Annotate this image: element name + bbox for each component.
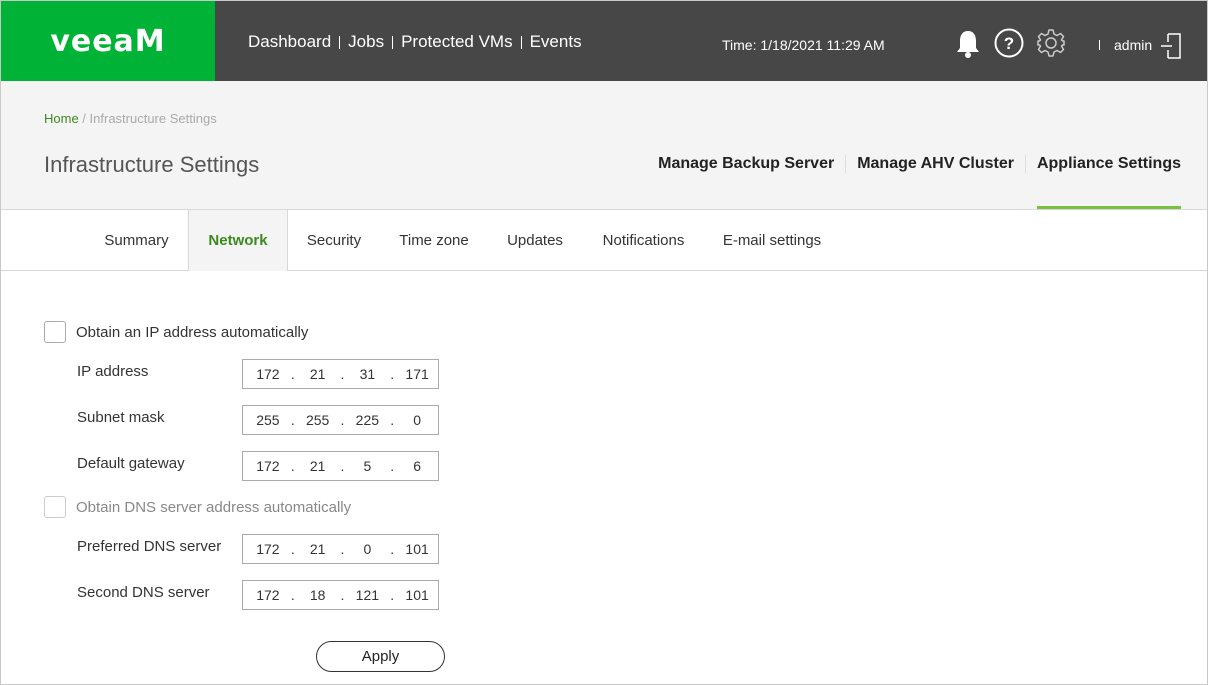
- subtab-network[interactable]: Network: [188, 210, 288, 271]
- ip-address-label: IP address: [77, 363, 149, 380]
- top-bar: veeaM Dashboard Jobs Protected VMs Event…: [1, 1, 1207, 81]
- obtain-dns-auto-label: Obtain DNS server address automatically: [76, 498, 352, 516]
- preferred-dns-label: Preferred DNS server: [77, 538, 222, 555]
- username[interactable]: admin: [1114, 37, 1152, 53]
- nav-protected-vms[interactable]: Protected VMs: [401, 32, 513, 52]
- tab-separator: [1024, 155, 1026, 173]
- subtab-security[interactable]: Security: [288, 210, 380, 271]
- octet[interactable]: 6: [396, 458, 438, 474]
- obtain-ip-auto-checkbox[interactable]: [44, 321, 66, 343]
- octet[interactable]: 5: [346, 458, 388, 474]
- nav-separator: [392, 35, 394, 49]
- breadcrumb: Home / Infrastructure Settings: [44, 111, 217, 126]
- octet[interactable]: 21: [297, 541, 339, 557]
- tab-manage-ahv-cluster[interactable]: Manage AHV Cluster: [857, 155, 1014, 173]
- octet[interactable]: 101: [396, 587, 438, 603]
- user-separator: [1099, 40, 1100, 50]
- subtab-email-settings[interactable]: E-mail settings: [705, 210, 839, 271]
- ip-address-field[interactable]: 172. 21. 31. 171: [242, 359, 439, 389]
- subnet-mask-label: Subnet mask: [77, 409, 165, 426]
- breadcrumb-home[interactable]: Home: [44, 111, 79, 126]
- logo-text: veeaM: [50, 23, 166, 59]
- breadcrumb-separator: /: [78, 111, 90, 126]
- octet[interactable]: 172: [247, 587, 289, 603]
- user-area: admin: [1099, 32, 1182, 59]
- svg-text:?: ?: [1004, 34, 1014, 53]
- tab-separator: [845, 155, 847, 173]
- apply-button[interactable]: Apply: [316, 641, 445, 672]
- page-header: Home / Infrastructure Settings Infrastru…: [1, 81, 1207, 210]
- default-gateway-label: Default gateway: [77, 455, 185, 472]
- server-time: Time: 1/18/2021 11:29 AM: [722, 37, 885, 53]
- nav-separator: [520, 35, 522, 49]
- obtain-dns-auto-checkbox[interactable]: [44, 496, 66, 518]
- default-gateway-field[interactable]: 172. 21. 5. 6: [242, 451, 439, 481]
- veeam-logo[interactable]: veeaM: [1, 1, 215, 81]
- nav-dashboard[interactable]: Dashboard: [248, 32, 331, 52]
- octet[interactable]: 21: [297, 458, 339, 474]
- nav-events[interactable]: Events: [530, 32, 582, 52]
- octet[interactable]: 255: [297, 412, 339, 428]
- obtain-ip-auto-label: Obtain an IP address automatically: [76, 323, 309, 341]
- second-dns-label: Second DNS server: [77, 584, 210, 601]
- octet[interactable]: 18: [297, 587, 339, 603]
- obtain-ip-auto-row: Obtain an IP address automatically: [44, 321, 308, 343]
- help-icon[interactable]: ?: [994, 28, 1024, 58]
- subtab-notifications[interactable]: Notifications: [582, 210, 705, 271]
- octet[interactable]: 101: [396, 541, 438, 557]
- settings-subtabs: Summary Network Security Time zone Updat…: [1, 210, 1207, 271]
- octet[interactable]: 0: [346, 541, 388, 557]
- breadcrumb-current: Infrastructure Settings: [89, 111, 217, 126]
- octet[interactable]: 31: [346, 366, 388, 382]
- logout-icon[interactable]: [1160, 32, 1182, 59]
- octet[interactable]: 172: [247, 541, 289, 557]
- second-dns-field[interactable]: 172. 18. 121. 101: [242, 580, 439, 610]
- subnet-mask-field[interactable]: 255. 255. 225. 0: [242, 405, 439, 435]
- subtab-updates[interactable]: Updates: [488, 210, 582, 271]
- octet[interactable]: 121: [346, 587, 388, 603]
- octet[interactable]: 255: [247, 412, 289, 428]
- gear-icon[interactable]: [1036, 28, 1066, 58]
- subtab-time-zone[interactable]: Time zone: [380, 210, 488, 271]
- octet[interactable]: 225: [346, 412, 388, 428]
- octet[interactable]: 171: [396, 366, 438, 382]
- obtain-dns-auto-row: Obtain DNS server address automatically: [44, 496, 351, 518]
- manage-tabs: Manage Backup Server Manage AHV Cluster …: [658, 155, 1182, 209]
- nav-jobs[interactable]: Jobs: [348, 32, 384, 52]
- tab-manage-backup-server[interactable]: Manage Backup Server: [658, 155, 834, 173]
- octet[interactable]: 172: [247, 366, 289, 382]
- main-nav: Dashboard Jobs Protected VMs Events: [248, 32, 582, 52]
- octet[interactable]: 21: [297, 366, 339, 382]
- nav-separator: [339, 35, 341, 49]
- bell-icon[interactable]: [953, 28, 983, 58]
- preferred-dns-field[interactable]: 172. 21. 0. 101: [242, 534, 439, 564]
- octet[interactable]: 172: [247, 458, 289, 474]
- tab-appliance-settings[interactable]: Appliance Settings: [1036, 155, 1182, 209]
- subtab-summary[interactable]: Summary: [85, 210, 188, 271]
- octet[interactable]: 0: [396, 412, 438, 428]
- page-title: Infrastructure Settings: [44, 152, 260, 177]
